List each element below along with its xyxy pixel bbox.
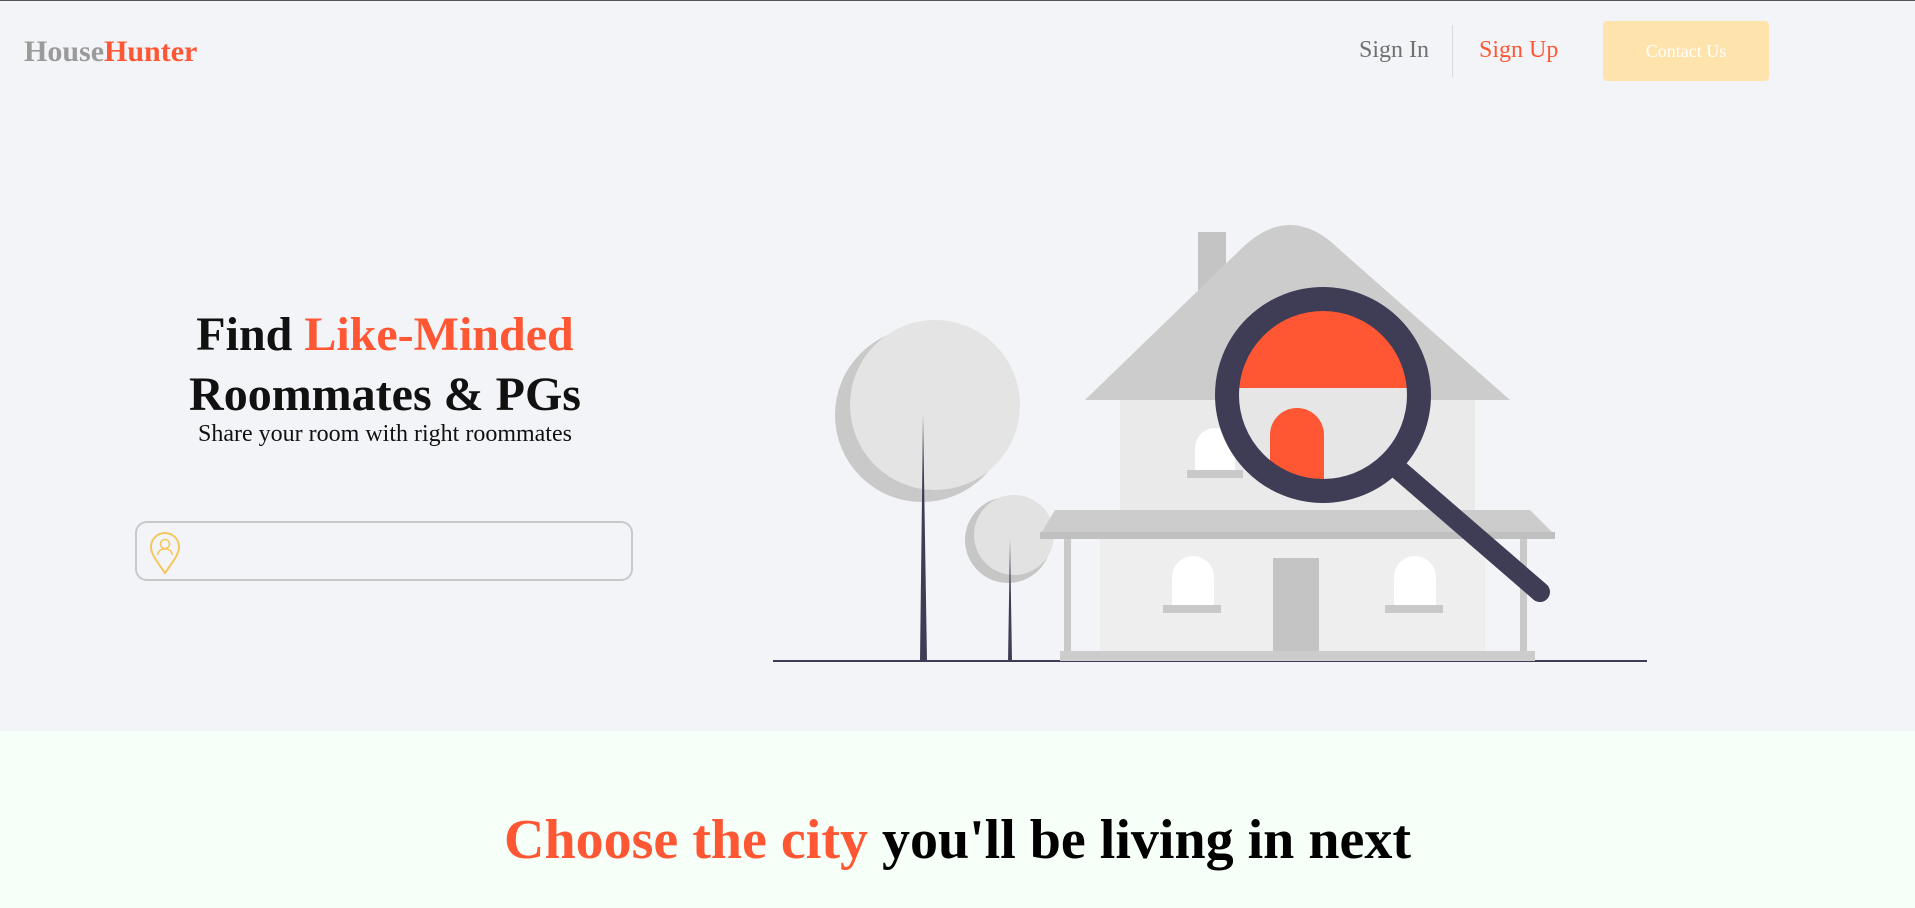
house-hunting-illustration <box>773 225 1647 662</box>
nav-divider <box>1452 25 1453 77</box>
hero-title-line2: Roommates & PGs <box>189 368 581 421</box>
location-search-input[interactable] <box>189 531 623 573</box>
logo[interactable]: HouseHunter <box>24 35 197 69</box>
hero-title-prefix: Find <box>196 308 305 361</box>
location-pin-user-icon <box>149 532 181 575</box>
city-section-heading: Choose the city you'll be living in next <box>0 808 1915 872</box>
hero-title-accent: Like-Minded <box>304 308 574 361</box>
city-heading-rest: you'll be living in next <box>867 809 1411 871</box>
top-navbar: HouseHunter Sign In Sign Up Contact Us <box>0 1 1915 101</box>
hero-subtitle: Share your room with right roommates <box>198 421 572 447</box>
location-search-box[interactable] <box>135 521 633 581</box>
city-heading-accent: Choose the city <box>504 809 868 871</box>
hero-title: Find Like-Minded Roommates & PGs <box>130 305 640 425</box>
logo-part-hunter: Hunter <box>104 35 198 68</box>
logo-part-house: House <box>24 35 105 68</box>
sign-in-link[interactable]: Sign In <box>1359 37 1429 64</box>
contact-us-button[interactable]: Contact Us <box>1603 21 1769 81</box>
sign-up-link[interactable]: Sign Up <box>1479 37 1558 64</box>
